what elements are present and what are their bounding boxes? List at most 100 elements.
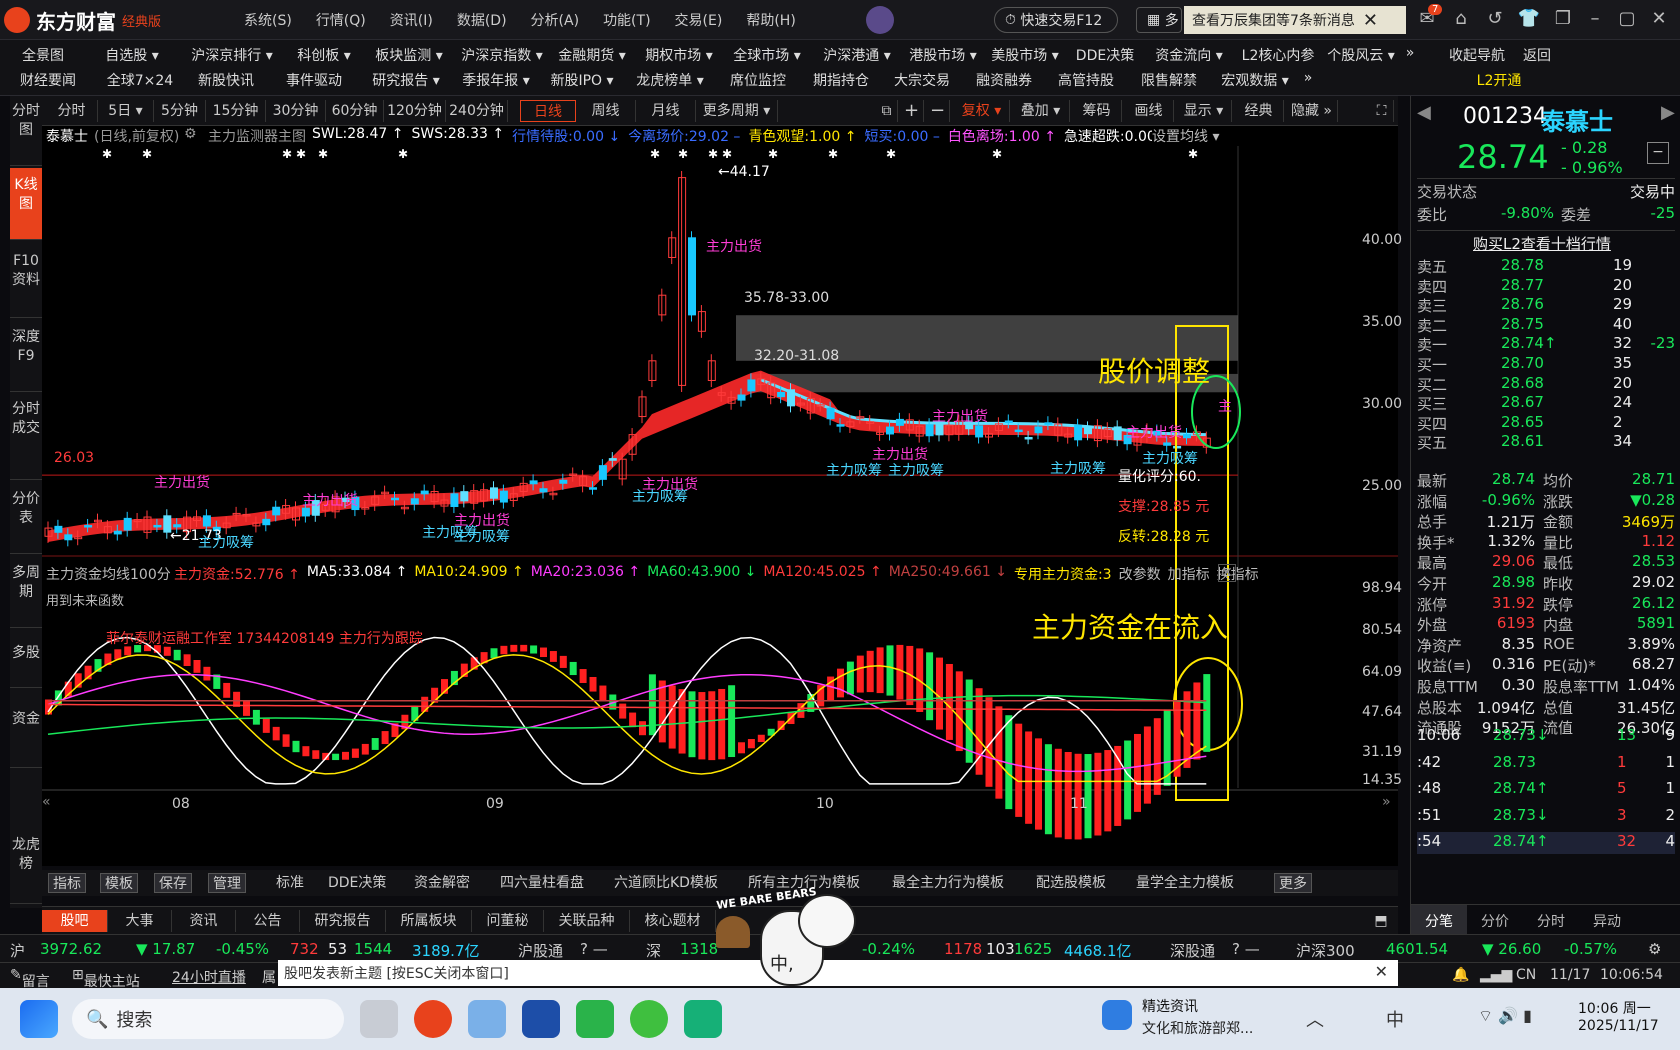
tab-gmma-kd[interactable]: 六道顾比KD模板 — [614, 873, 718, 893]
l2-open-link[interactable]: L2开通 — [1462, 70, 1536, 90]
nav-futures[interactable]: 金融期货 ▾ — [548, 45, 636, 65]
tab-themes[interactable]: 核心题材 — [630, 910, 716, 932]
taskbar-search[interactable]: 🔍 搜索 — [72, 999, 344, 1039]
wifi-icon[interactable]: ⌔ 🔊 ▮ — [1478, 1006, 1532, 1026]
side-tab-kline[interactable]: K线图 — [10, 168, 42, 240]
quick-trade-button[interactable]: ⏱ 快速交易F12 — [994, 7, 1118, 33]
tab-research[interactable]: 研究报告 — [300, 910, 386, 932]
menu-quote[interactable]: 行情(Q) — [304, 8, 378, 32]
tab-240min[interactable]: 240分钟 — [446, 100, 508, 122]
tab-price-dist[interactable]: 分价 — [1467, 905, 1523, 934]
back-button[interactable]: 返回 — [1514, 45, 1560, 65]
nav-sector-monitor[interactable]: 板块监测 ▾ — [362, 45, 456, 65]
bell-icon[interactable]: 🔔 — [1452, 967, 1469, 983]
nav-more-2[interactable]: » — [1298, 70, 1318, 90]
overlay-dropdown[interactable]: 叠加 ▾ — [1012, 100, 1070, 122]
tab-save[interactable]: 保存 — [154, 873, 192, 893]
kline-chart[interactable]: ✱ ✱ ✱ ✱ ✱ ✱ ✱ ✱ ✱ ✱ ✱ ✱ ✱ ✱ ✱ 泰慕士 (日线,前复权) ⚙ 主力监测器主图 S… — [42, 126, 1402, 866]
menu-data[interactable]: 数据(D) — [445, 8, 519, 32]
set-ma-dropdown[interactable]: 设置均线 ▾ — [1152, 126, 1220, 146]
nav-ranking[interactable]: 沪深京排行 ▾ — [178, 45, 286, 65]
menu-help[interactable]: 帮助(H) — [734, 8, 807, 32]
task-view-icon[interactable] — [360, 1000, 398, 1038]
menu-trade[interactable]: 交易(E) — [663, 8, 735, 32]
tray-chevron-icon[interactable]: ︿ — [1306, 1006, 1324, 1032]
change-params-button[interactable]: 改参数 — [1119, 564, 1161, 584]
side-tab-multi-period[interactable]: 多周期 — [10, 558, 42, 628]
nav-dde[interactable]: DDE决策 — [1066, 45, 1144, 65]
restore-icon[interactable]: ❐ — [1546, 8, 1580, 29]
nav-indices[interactable]: 沪深京指数 ▾ — [456, 45, 548, 65]
tab-indicator[interactable]: 指标 — [48, 873, 86, 893]
back-icon[interactable]: ↺ — [1478, 8, 1512, 29]
tab-guba[interactable]: 股吧 — [42, 910, 108, 932]
tab-more-periods[interactable]: 更多周期 ▾ — [696, 100, 778, 122]
nav-seat-monitor[interactable]: 席位监控 — [716, 70, 800, 90]
nav-research[interactable]: 研究报告 ▾ — [360, 70, 452, 90]
tab-related[interactable]: 关联品种 — [544, 910, 630, 932]
sz-connect-label[interactable]: 深股通 — [1170, 940, 1215, 961]
help-icon[interactable]: ? — — [1232, 940, 1260, 958]
nav-exec-holdings[interactable]: 高管持股 — [1046, 70, 1126, 90]
eastmoney-app-icon[interactable] — [414, 1000, 452, 1038]
news-widget-subtitle[interactable]: 文化和旅游部郑... — [1142, 1018, 1253, 1038]
tab-events[interactable]: 大事 — [108, 910, 172, 932]
news-widget-title[interactable]: 精选资讯 — [1142, 996, 1198, 1016]
nav-block-trade[interactable]: 大宗交易 — [882, 70, 962, 90]
sail-app-icon[interactable] — [522, 1000, 560, 1038]
adjust-dropdown[interactable]: 复权 ▾ — [954, 100, 1010, 122]
side-tab-price-table[interactable]: 分价表 — [10, 484, 42, 554]
tab-full-behavior[interactable]: 最全主力行为模板 — [892, 873, 1004, 893]
tab-quant-template[interactable]: 量学全主力模板 — [1136, 873, 1234, 893]
scroll-left-icon[interactable]: « — [42, 794, 51, 810]
nav-unlock[interactable]: 限售解禁 — [1126, 70, 1212, 90]
nav-724[interactable]: 全球7×24 — [96, 70, 184, 90]
collapse-panel-icon[interactable]: − — [1647, 142, 1669, 164]
fast-server[interactable]: ⊞ 最快主站 — [72, 967, 140, 990]
tab-capital-decode[interactable]: 资金解密 — [414, 873, 470, 893]
nav-ipo-news[interactable]: 新股快讯 — [184, 70, 268, 90]
tab-ask-secretary[interactable]: 问董秘 — [472, 910, 544, 932]
main-indicator-name[interactable]: 主力监测器主图 — [208, 126, 306, 146]
lock-icon[interactable]: ⧉ — [876, 100, 898, 122]
side-tab-f10[interactable]: F10资料 — [10, 246, 42, 318]
skin-icon[interactable]: 👕 — [1512, 8, 1546, 29]
tab-more[interactable]: 更多 — [1274, 873, 1312, 893]
nav-new-ipo[interactable]: 新股IPO ▾ — [540, 70, 624, 90]
chips-button[interactable]: 筹码 — [1072, 100, 1122, 122]
nav-watchlist[interactable]: 自选股 ▾ — [86, 45, 178, 65]
side-tab-lhb[interactable]: 龙虎榜 — [10, 832, 42, 904]
assistant-robot-icon[interactable] — [866, 6, 894, 34]
side-tab-multi-stock[interactable]: 多股 — [10, 632, 42, 688]
comment-close-icon[interactable]: ✕ — [1375, 962, 1388, 981]
nav-l2-core[interactable]: L2核心内参 — [1234, 45, 1322, 65]
settings-gear-icon[interactable]: ⚙ — [184, 126, 197, 142]
leave-message[interactable]: ✎ 留言 — [10, 967, 50, 990]
tab-120min[interactable]: 120分钟 — [384, 100, 446, 122]
side-tab-capital[interactable]: 资金 — [10, 692, 42, 768]
start-icon[interactable] — [20, 1000, 58, 1038]
side-tab-trades[interactable]: 分时成交 — [10, 396, 42, 480]
classic-button[interactable]: 经典 — [1234, 100, 1284, 122]
multi-window-button[interactable]: ▦ 多 — [1136, 7, 1182, 33]
nav-panorama[interactable]: 全景图 — [0, 45, 86, 65]
menu-info[interactable]: 资讯(I) — [378, 8, 445, 32]
menu-system[interactable]: 系统(S) — [232, 8, 304, 32]
expand-icon[interactable]: ⬒ — [1368, 910, 1394, 932]
tab-volume-bars[interactable]: 四六量柱看盘 — [500, 873, 584, 893]
tab-template[interactable]: 模板 — [100, 873, 138, 893]
close-icon[interactable]: ✕ — [1363, 10, 1378, 31]
live-link[interactable]: 24小时直播 — [172, 967, 246, 987]
tab-60min[interactable]: 60分钟 — [326, 100, 384, 122]
buy-l2-link[interactable]: 购买L2查看十档行情 — [1473, 233, 1611, 254]
tab-screen-template[interactable]: 配选股模板 — [1036, 873, 1106, 893]
zoom-in-icon[interactable]: + — [900, 100, 924, 122]
fullscreen-icon[interactable]: ⛶ — [1370, 100, 1394, 122]
tab-monthly[interactable]: 月线 — [636, 100, 696, 122]
home-icon[interactable]: ⌂ — [1444, 8, 1478, 29]
help-icon[interactable]: ? — — [580, 940, 608, 958]
tab-anomaly[interactable]: 异动 — [1579, 905, 1635, 934]
tab-ticks[interactable]: 分笔 — [1411, 905, 1467, 934]
news-widget-icon[interactable] — [1102, 1000, 1132, 1030]
side-tab-depth[interactable]: 深度F9 — [10, 322, 42, 392]
